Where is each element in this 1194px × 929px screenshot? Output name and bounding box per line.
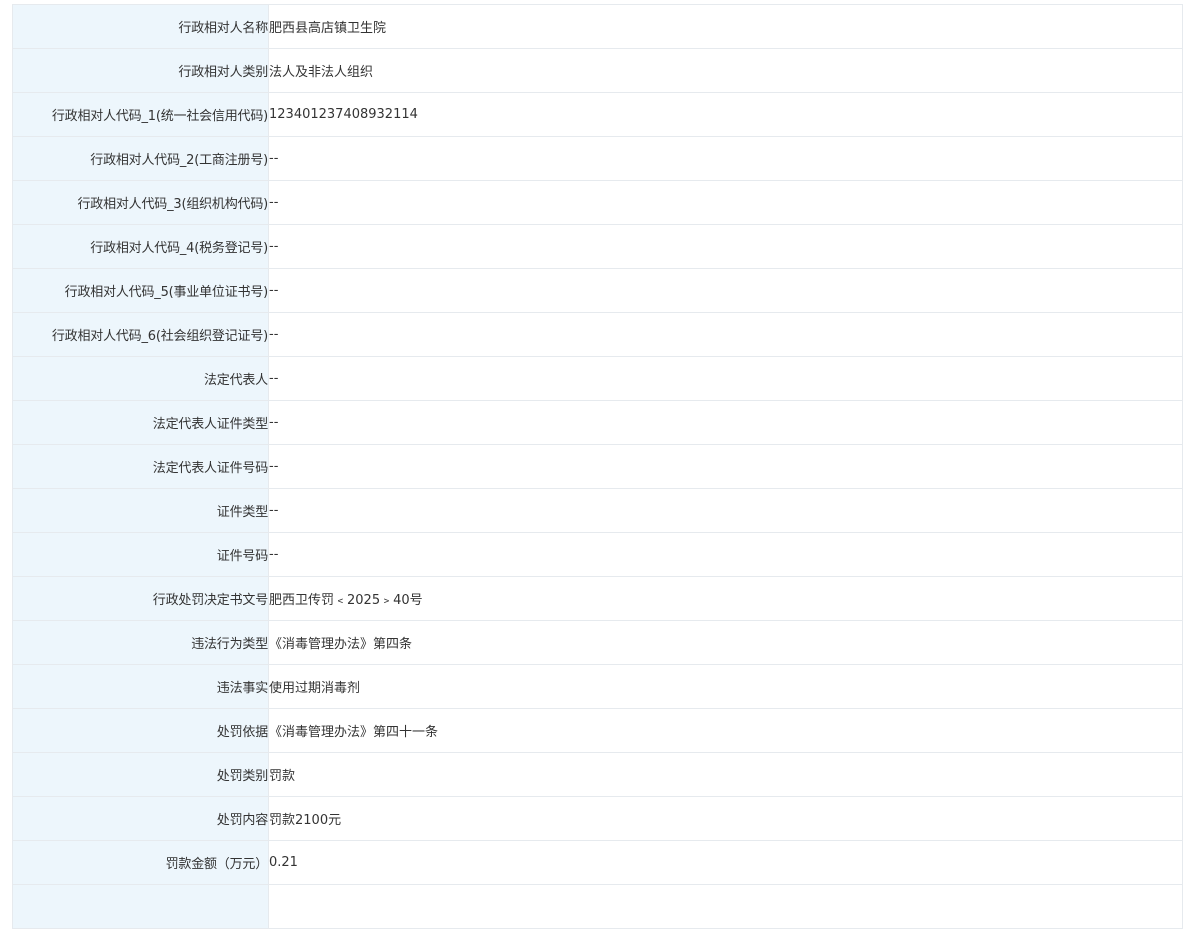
field-value: 使用过期消毒剂 bbox=[268, 664, 1183, 709]
field-label: 行政相对人代码_5(事业单位证书号) bbox=[12, 268, 269, 313]
field-value: 肥西县高店镇卫生院 bbox=[268, 4, 1183, 49]
field-label bbox=[12, 884, 269, 929]
field-value: -- bbox=[268, 180, 1183, 225]
field-value: -- bbox=[268, 136, 1183, 181]
field-value: 12340123740893211​4 bbox=[268, 92, 1183, 137]
field-label: 行政处罚决定书文号 bbox=[12, 576, 269, 621]
field-label: 处罚依据 bbox=[12, 708, 269, 753]
field-label: 违法行为类型 bbox=[12, 620, 269, 665]
detail-sheet: 行政相对人名称 肥西县高店镇卫生院 行政相对人类别 法人及非法人组织 行政相对人… bbox=[12, 4, 1183, 929]
field-label: 行政相对人代码_1(统一社会信用代码) bbox=[12, 92, 269, 137]
field-label: 行政相对人代码_6(社会组织登记证号) bbox=[12, 312, 269, 357]
row-penalty-content: 处罚内容 罚款2100元 bbox=[12, 796, 1183, 841]
field-label: 行政相对人代码_4(税务登记号) bbox=[12, 224, 269, 269]
field-value: 罚款2100元 bbox=[268, 796, 1183, 841]
field-label: 处罚内容 bbox=[12, 796, 269, 841]
row-fine-amount: 罚款金额（万元） 0.21 bbox=[12, 840, 1183, 885]
detail-table: 行政相对人名称 肥西县高店镇卫生院 行政相对人类别 法人及非法人组织 行政相对人… bbox=[12, 4, 1183, 929]
field-value: -- bbox=[268, 400, 1183, 445]
field-label: 法定代表人证件号码 bbox=[12, 444, 269, 489]
field-label: 证件号码 bbox=[12, 532, 269, 577]
field-label: 违法事实 bbox=[12, 664, 269, 709]
field-value: -- bbox=[268, 532, 1183, 577]
row-code-2: 行政相对人代码_2(工商注册号) -- bbox=[12, 136, 1183, 181]
field-label: 证件类型 bbox=[12, 488, 269, 533]
row-penalty-category: 处罚类别 罚款 bbox=[12, 752, 1183, 797]
field-label: 行政相对人代码_3(组织机构代码) bbox=[12, 180, 269, 225]
field-value bbox=[268, 884, 1183, 929]
row-violation-facts: 违法事实 使用过期消毒剂 bbox=[12, 664, 1183, 709]
row-partial bbox=[12, 884, 1183, 929]
field-value: -- bbox=[268, 444, 1183, 489]
field-value: -- bbox=[268, 224, 1183, 269]
row-party-category: 行政相对人类别 法人及非法人组织 bbox=[12, 48, 1183, 93]
detail-table-body: 行政相对人名称 肥西县高店镇卫生院 行政相对人类别 法人及非法人组织 行政相对人… bbox=[12, 4, 1183, 929]
field-value: 《消毒管理办法》第四十一条 bbox=[268, 708, 1183, 753]
row-violation-type: 违法行为类型 《消毒管理办法》第四条 bbox=[12, 620, 1183, 665]
field-label: 罚款金额（万元） bbox=[12, 840, 269, 885]
field-value: -- bbox=[268, 488, 1183, 533]
field-label: 法定代表人证件类型 bbox=[12, 400, 269, 445]
field-label: 处罚类别 bbox=[12, 752, 269, 797]
field-value: 《消毒管理办法》第四条 bbox=[268, 620, 1183, 665]
row-id-type: 证件类型 -- bbox=[12, 488, 1183, 533]
row-code-3: 行政相对人代码_3(组织机构代码) -- bbox=[12, 180, 1183, 225]
row-legal-rep-id-type: 法定代表人证件类型 -- bbox=[12, 400, 1183, 445]
row-code-1: 行政相对人代码_1(统一社会信用代码) 12340123740893211​4 bbox=[12, 92, 1183, 137]
row-penalty-basis: 处罚依据 《消毒管理办法》第四十一条 bbox=[12, 708, 1183, 753]
field-label: 法定代表人 bbox=[12, 356, 269, 401]
field-value: -- bbox=[268, 312, 1183, 357]
field-label: 行政相对人名称 bbox=[12, 4, 269, 49]
row-decision-number: 行政处罚决定书文号 肥西卫传罚﹤2025﹥40号 bbox=[12, 576, 1183, 621]
row-code-6: 行政相对人代码_6(社会组织登记证号) -- bbox=[12, 312, 1183, 357]
field-value: -- bbox=[268, 356, 1183, 401]
row-legal-rep: 法定代表人 -- bbox=[12, 356, 1183, 401]
field-value: 罚款 bbox=[268, 752, 1183, 797]
field-value: 0.21 bbox=[268, 840, 1183, 885]
row-party-name: 行政相对人名称 肥西县高店镇卫生院 bbox=[12, 4, 1183, 49]
row-id-number: 证件号码 -- bbox=[12, 532, 1183, 577]
field-label: 行政相对人类别 bbox=[12, 48, 269, 93]
row-code-5: 行政相对人代码_5(事业单位证书号) -- bbox=[12, 268, 1183, 313]
field-value: 法人及非法人组织 bbox=[268, 48, 1183, 93]
row-code-4: 行政相对人代码_4(税务登记号) -- bbox=[12, 224, 1183, 269]
field-value: -- bbox=[268, 268, 1183, 313]
field-label: 行政相对人代码_2(工商注册号) bbox=[12, 136, 269, 181]
row-legal-rep-id-number: 法定代表人证件号码 -- bbox=[12, 444, 1183, 489]
field-value: 肥西卫传罚﹤2025﹥40号 bbox=[268, 576, 1183, 621]
